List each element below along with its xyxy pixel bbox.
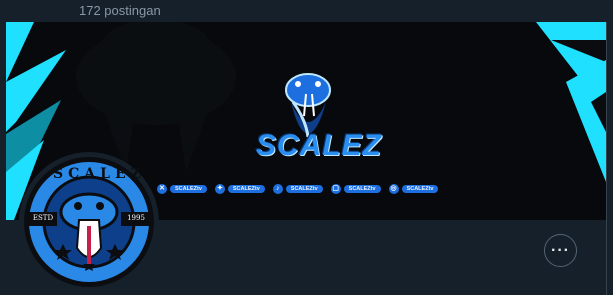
profile-header: 172 postingan (0, 0, 613, 22)
twitter-icon: ✦ (214, 184, 225, 194)
avatar-ring-text: SCALEZ (53, 166, 146, 182)
social-handle: SCALEZtv (170, 185, 207, 193)
avatar-year-label: 1995 (127, 214, 145, 222)
avatar-est-label: ESTD (32, 214, 54, 222)
social-handle: SCALEZtv (227, 185, 265, 193)
social-handle: SCALEZtv (343, 185, 381, 193)
back-arrow-icon[interactable] (22, 0, 36, 6)
social-tiktok: ♪ SCALEZtv (272, 183, 323, 195)
more-options-icon: ··· (551, 241, 570, 259)
social-handle: SCALEZtv (401, 185, 439, 193)
social-twitch: ▢ SCALEZtv (330, 183, 381, 195)
social-handle: SCALEZtv (285, 185, 323, 193)
social-instagram: ◎ SCALEZtv (388, 183, 439, 195)
post-count: 172 postingan (79, 3, 161, 18)
x-icon: ✕ (157, 184, 167, 194)
tiktok-icon: ♪ (272, 184, 283, 194)
avatar[interactable]: SCALEZ ESTD 1995 (19, 152, 159, 292)
twitch-icon: ▢ (330, 184, 341, 194)
social-x: ✕ SCALEZtv (157, 183, 207, 195)
column-divider (606, 22, 607, 295)
banner-social-list: ✕ SCALEZtv ✦ SCALEZtv ♪ SCALEZtv ▢ SCALEZtv … (157, 183, 439, 195)
social-twitter: ✦ SCALEZtv (214, 183, 265, 195)
instagram-icon: ◎ (388, 184, 399, 194)
banner-logo-text: SCALEZ (256, 129, 382, 162)
more-options-button[interactable]: ··· (544, 234, 577, 267)
